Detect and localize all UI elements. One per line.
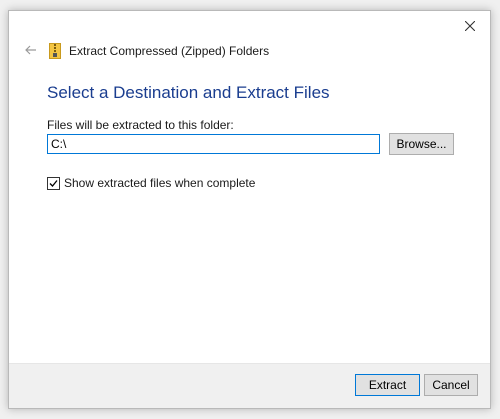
- show-files-checkbox[interactable]: [47, 176, 60, 190]
- close-button[interactable]: [456, 15, 484, 39]
- destination-label: Files will be extracted to this folder:: [47, 118, 234, 132]
- browse-button[interactable]: Browse...: [389, 133, 454, 155]
- extract-button[interactable]: Extract: [355, 374, 420, 396]
- checkmark-icon: [49, 179, 58, 187]
- destination-path-input[interactable]: [47, 134, 380, 154]
- page-title: Select a Destination and Extract Files: [47, 83, 330, 102]
- back-arrow-icon: [25, 42, 37, 60]
- back-button[interactable]: [21, 41, 41, 61]
- dialog-header-title: Extract Compressed (Zipped) Folders: [69, 44, 270, 58]
- cancel-button[interactable]: Cancel: [424, 374, 478, 396]
- zip-folder-icon: [49, 43, 61, 59]
- dialog-footer: Extract Cancel: [9, 363, 490, 408]
- extract-dialog: Extract Compressed (Zipped) Folders Sele…: [8, 10, 491, 409]
- show-files-option[interactable]: Show extracted files when complete: [47, 176, 255, 190]
- show-files-label: Show extracted files when complete: [64, 176, 256, 190]
- dialog-header: Extract Compressed (Zipped) Folders: [21, 41, 269, 61]
- close-icon: [464, 18, 476, 36]
